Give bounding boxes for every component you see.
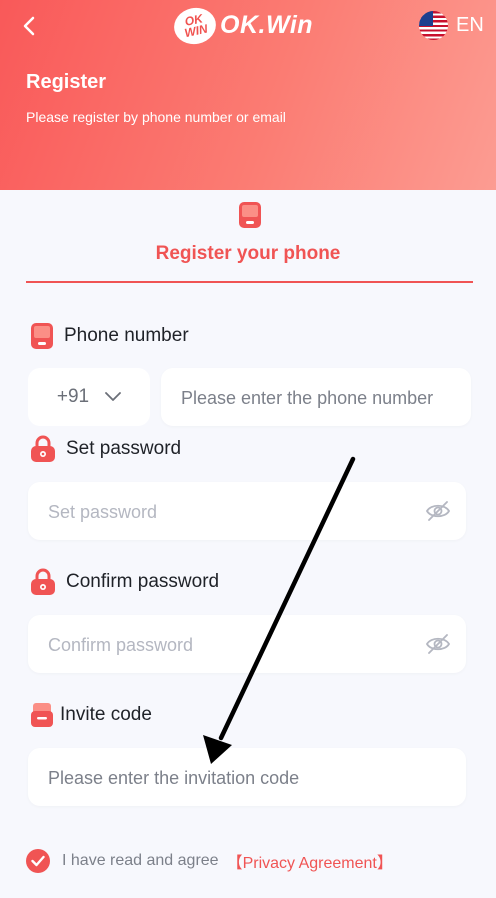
logo-badge: OK WIN: [170, 4, 220, 48]
tab-underline: [26, 281, 473, 283]
phone-label: Phone number: [64, 325, 189, 346]
password-field-box: [28, 482, 466, 542]
agree-checkbox[interactable]: [26, 849, 50, 873]
invite-icon: [31, 703, 53, 727]
logo: OK WIN OK.Win: [170, 4, 334, 48]
country-code-select[interactable]: +91: [28, 368, 150, 426]
eye-off-icon[interactable]: [425, 500, 451, 522]
confirm-label: Confirm password: [66, 571, 220, 592]
phone-icon: [239, 202, 261, 228]
password-input[interactable]: [46, 482, 420, 542]
header: OK WIN OK.Win EN Register Please registe…: [0, 0, 496, 190]
language-label: EN: [456, 14, 484, 36]
phone-field-box: [161, 368, 471, 428]
password-label: Set password: [66, 438, 182, 459]
us-flag-icon: [419, 11, 448, 40]
tab-register-phone[interactable]: Register your phone: [0, 243, 496, 265]
lock-icon: [31, 435, 55, 462]
lock-icon: [31, 568, 55, 595]
country-code-value: +91: [56, 386, 90, 407]
page-subtitle: Please register by phone number or email: [26, 109, 286, 125]
privacy-agreement-link[interactable]: 【Privacy Agreement】: [227, 849, 393, 873]
back-icon[interactable]: [18, 14, 42, 38]
checkmark-icon: [31, 855, 45, 867]
confirm-field-box: [28, 615, 466, 675]
logo-text: OK.Win: [220, 11, 314, 39]
phone-label-row: Phone number: [30, 322, 189, 350]
language-selector[interactable]: EN: [419, 11, 484, 40]
invite-code-input[interactable]: [46, 748, 450, 808]
page-title: Register: [26, 71, 107, 93]
invite-field-box: [28, 748, 466, 808]
eye-off-icon[interactable]: [425, 633, 451, 655]
password-label-row: Set password: [30, 435, 181, 463]
chevron-down-icon: [105, 392, 122, 401]
phone-icon: [31, 323, 53, 349]
agreement-text: I have read and agree: [62, 852, 219, 869]
confirm-password-input[interactable]: [46, 615, 420, 675]
confirm-label-row: Confirm password: [30, 568, 219, 596]
invite-label-row: Invite code: [30, 702, 152, 728]
invite-label: Invite code: [60, 704, 152, 725]
phone-input[interactable]: [179, 368, 468, 428]
agreement-row: I have read and agree 【Privacy Agreement…: [26, 849, 393, 873]
